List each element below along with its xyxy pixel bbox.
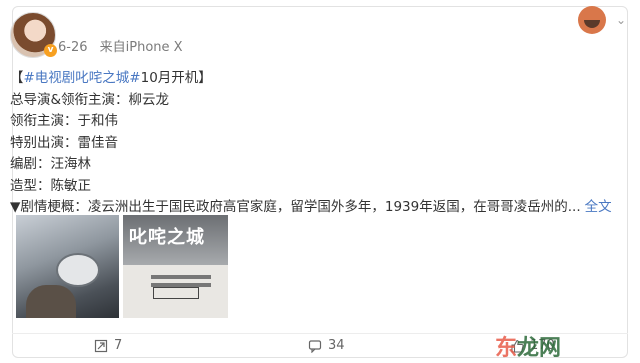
comment-icon [308, 339, 322, 353]
post-meta: 6-26 来自iPhone X [58, 36, 183, 55]
repost-count: 7 [114, 338, 123, 353]
header-actions: ⌄ [577, 6, 626, 34]
topic-link[interactable]: #电视剧叱咤之城# [24, 70, 141, 86]
chevron-down-icon[interactable]: ⌄ [616, 13, 626, 27]
image-gallery: 叱咤之城 [16, 215, 228, 318]
repost-button[interactable]: 7 [94, 338, 122, 353]
post-body: 【#电视剧叱咤之城#10月开机】 总导演&领衔主演：柳云龙 领衔主演：于和伟 特… [10, 68, 612, 219]
verified-badge-icon: v [44, 44, 57, 57]
post-title-line: 【#电视剧叱咤之城#10月开机】 [10, 70, 212, 86]
site-watermark-logo: 东龙网 [495, 336, 562, 361]
credit-line: 总导演&领衔主演：柳云龙 [10, 91, 170, 108]
poster-image-1[interactable] [16, 215, 119, 318]
post-source: 来自iPhone X [99, 40, 183, 55]
poster-title: 叱咤之城 [129, 227, 205, 248]
credit-line: 领衔主演：于和伟 [10, 113, 118, 129]
credit-line: 特别出演：雷佳音 [10, 134, 118, 151]
post-date: 6-26 [58, 40, 88, 55]
repost-icon [94, 339, 108, 352]
credit-line: 编剧：汪海林 [10, 156, 91, 172]
credit-line: 造型：陈敏正 [10, 177, 91, 194]
comment-button[interactable]: 34 [308, 338, 345, 353]
synopsis-text: ▼剧情梗概：凌云洲出生于国民政府高官家庭，留学国外多年，1939年返国，在哥哥凌… [10, 199, 581, 215]
poster-image-2[interactable]: 叱咤之城 [123, 215, 228, 318]
comment-count: 34 [328, 338, 345, 353]
expand-full-text-link[interactable]: 全文 [585, 199, 612, 215]
mascot-icon [577, 6, 606, 34]
